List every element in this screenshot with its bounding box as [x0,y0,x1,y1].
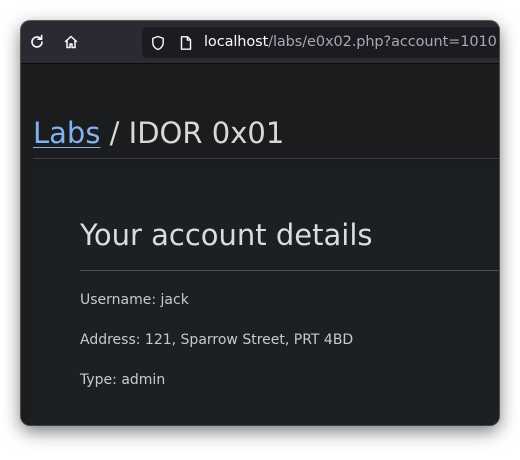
address-bar[interactable]: localhost/labs/e0x02.php?account=1010 [142,27,499,58]
divider [33,158,499,159]
breadcrumb-separator: / [100,116,129,150]
reload-icon[interactable] [25,30,49,54]
browser-toolbar: localhost/labs/e0x02.php?account=1010 [21,21,499,64]
breadcrumb-link-labs[interactable]: Labs [33,116,100,150]
card-title: Your account details [80,218,373,252]
card-divider [80,270,499,271]
username-detail: Username: jack [80,292,189,308]
url-text[interactable]: localhost/labs/e0x02.php?account=1010 [204,34,497,51]
breadcrumb: Labs / IDOR 0x01 [33,114,284,152]
home-icon[interactable] [59,30,83,54]
shield-icon[interactable] [149,34,166,51]
page-content: Labs / IDOR 0x01 Your account details Us… [21,64,499,425]
breadcrumb-current: IDOR 0x01 [128,116,285,150]
type-detail: Type: admin [80,372,166,388]
url-path: /labs/e0x02.php?account=1010 [268,34,497,50]
browser-window: localhost/labs/e0x02.php?account=1010 La… [21,21,499,425]
address-detail: Address: 121, Sparrow Street, PRT 4BD [80,332,354,348]
page-icon[interactable] [177,34,194,51]
url-host: localhost [204,34,269,50]
account-card: Your account details Username: jack Addr… [31,168,499,425]
